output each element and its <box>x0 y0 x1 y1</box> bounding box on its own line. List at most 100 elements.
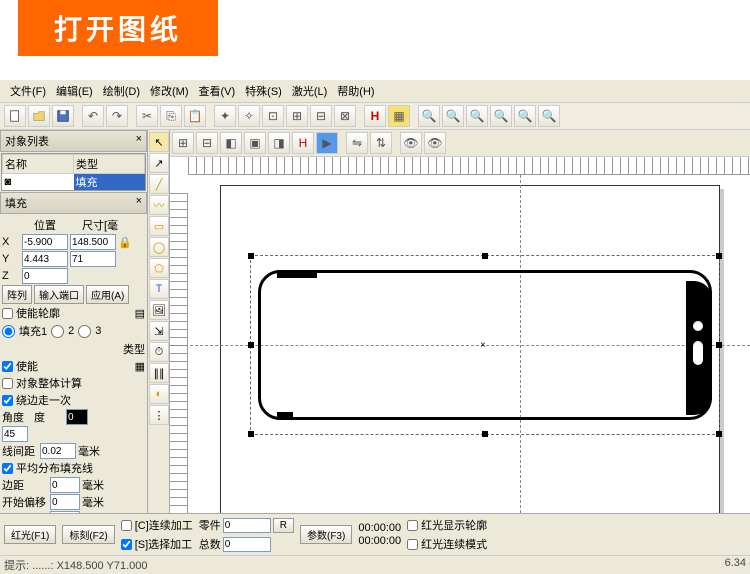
enable-contour-check[interactable] <box>2 308 13 319</box>
sel-process-check[interactable] <box>121 539 132 550</box>
select-tool-icon[interactable]: ↖ <box>149 132 169 152</box>
zoom-sel-icon[interactable]: 🔍 <box>538 105 560 127</box>
menu-file[interactable]: 文件(F) <box>6 82 50 100</box>
node-tool-icon[interactable]: ↗ <box>149 153 169 173</box>
text-tool-icon[interactable]: T <box>149 279 169 299</box>
menu-view[interactable]: 查看(V) <box>195 82 240 100</box>
handle-bc[interactable] <box>482 431 488 437</box>
preview-icon[interactable]: ▶ <box>316 132 338 154</box>
zoom-fit-icon[interactable]: 🔍 <box>466 105 488 127</box>
menu-modify[interactable]: 修改(M) <box>146 82 193 100</box>
save-icon[interactable] <box>52 105 74 127</box>
array-button[interactable]: 阵列 <box>2 285 32 304</box>
canvas[interactable]: × <box>170 175 750 513</box>
align-center-icon[interactable]: ▣ <box>244 132 266 154</box>
handle-br[interactable] <box>716 431 722 437</box>
handle-tl[interactable] <box>248 253 254 259</box>
close-icon[interactable]: × <box>136 133 142 149</box>
z-field[interactable] <box>22 268 68 284</box>
avg-dist-check[interactable] <box>2 463 13 474</box>
close-icon[interactable]: × <box>136 195 142 211</box>
startoff-field[interactable] <box>50 494 80 510</box>
phone-outline-object[interactable] <box>258 270 712 420</box>
align-left-icon[interactable]: ◧ <box>220 132 242 154</box>
snap3-icon[interactable]: ⊡ <box>262 105 284 127</box>
linegap-field[interactable] <box>40 443 76 459</box>
align-right-icon[interactable]: ◨ <box>268 132 290 154</box>
circle-tool-icon[interactable]: ◯ <box>149 237 169 257</box>
zoom-in-icon[interactable]: 🔍 <box>418 105 440 127</box>
new-icon[interactable] <box>4 105 26 127</box>
zoom-all-icon[interactable]: 🔍 <box>514 105 536 127</box>
redlight-button[interactable]: 红光(F1) <box>4 525 56 544</box>
snap6-icon[interactable]: ⊠ <box>334 105 356 127</box>
paste-icon[interactable]: 📋 <box>184 105 206 127</box>
barcode-icon[interactable]: ∥∥ <box>149 363 169 383</box>
walk-once-check[interactable] <box>2 395 13 406</box>
handle-tr[interactable] <box>716 253 722 259</box>
snap2-icon[interactable]: ✧ <box>238 105 260 127</box>
undo-icon[interactable]: ↶ <box>82 105 104 127</box>
total-field[interactable] <box>223 537 271 552</box>
snap4-icon[interactable]: ⊞ <box>286 105 308 127</box>
menu-special[interactable]: 特殊(S) <box>241 82 286 100</box>
fill2-radio[interactable] <box>51 325 64 338</box>
part-field[interactable] <box>223 518 271 533</box>
input-port-button[interactable]: 输入端口 <box>34 285 84 304</box>
whole-calc-check[interactable] <box>2 378 13 389</box>
snap5-icon[interactable]: ⊟ <box>310 105 332 127</box>
lock-icon[interactable]: 🔒 <box>118 236 132 249</box>
object-list[interactable]: 名称类型 ◙填充 <box>1 153 146 191</box>
ungroup-icon[interactable]: ⊟ <box>196 132 218 154</box>
curve-tool-icon[interactable]: 〰 <box>149 195 169 215</box>
enable-check[interactable] <box>2 361 13 372</box>
list-item[interactable]: ◙填充 <box>3 174 145 191</box>
copy-icon[interactable]: ⎘ <box>160 105 182 127</box>
menu-laser[interactable]: 激光(L) <box>288 82 331 100</box>
menu-edit[interactable]: 编辑(E) <box>52 82 97 100</box>
hatch-type-icon[interactable]: ▦ <box>135 360 145 373</box>
fill1-radio[interactable] <box>2 325 15 338</box>
vector-import-icon[interactable]: ⇲ <box>149 321 169 341</box>
rect-tool-icon[interactable]: ▭ <box>149 216 169 236</box>
edge-field[interactable] <box>50 477 80 493</box>
red-show-check[interactable] <box>407 520 418 531</box>
snap1-icon[interactable]: ✦ <box>214 105 236 127</box>
col-name[interactable]: 名称 <box>3 155 74 174</box>
line-tool-icon[interactable]: ╱ <box>149 174 169 194</box>
spiral-icon[interactable]: ◐ <box>149 384 169 404</box>
redo-icon[interactable]: ↷ <box>106 105 128 127</box>
x-field[interactable] <box>22 234 68 250</box>
menu-draw[interactable]: 绘制(D) <box>99 82 144 100</box>
mark-button[interactable]: 标刻(F2) <box>62 525 114 544</box>
mirror-h-icon[interactable]: ⇋ <box>346 132 368 154</box>
group-icon[interactable]: ⊞ <box>172 132 194 154</box>
hatch2-icon[interactable]: H <box>292 132 314 154</box>
more-icon[interactable]: ⋮ <box>149 405 169 425</box>
fill3-radio[interactable] <box>78 325 91 338</box>
col-type[interactable]: 类型 <box>74 155 145 174</box>
height-field[interactable] <box>70 251 116 267</box>
apply-button[interactable]: 应用(A) <box>86 285 129 304</box>
hatch-pattern-icon[interactable]: ▤ <box>135 307 145 320</box>
show-icon[interactable]: 👁 <box>400 132 422 154</box>
polygon-tool-icon[interactable]: ⬠ <box>149 258 169 278</box>
layer-icon[interactable]: ▦ <box>388 105 410 127</box>
angle-field[interactable] <box>2 426 28 442</box>
handle-bl[interactable] <box>248 431 254 437</box>
param-button[interactable]: 参数(F3) <box>300 525 352 544</box>
cont-process-check[interactable] <box>121 520 132 531</box>
menu-help[interactable]: 帮助(H) <box>333 82 378 100</box>
timer-icon[interactable]: ⏱ <box>149 342 169 362</box>
handle-tc[interactable] <box>482 253 488 259</box>
r-button[interactable]: R <box>273 518 294 533</box>
y-field[interactable] <box>22 251 68 267</box>
width-field[interactable] <box>70 234 116 250</box>
handle-mr[interactable] <box>716 342 722 348</box>
zoom-out-icon[interactable]: 🔍 <box>442 105 464 127</box>
image-tool-icon[interactable]: 🖼 <box>149 300 169 320</box>
hatch-icon[interactable]: H <box>364 105 386 127</box>
red-cont-check[interactable] <box>407 539 418 550</box>
handle-ml[interactable] <box>248 342 254 348</box>
hide-icon[interactable]: 👁 <box>424 132 446 154</box>
